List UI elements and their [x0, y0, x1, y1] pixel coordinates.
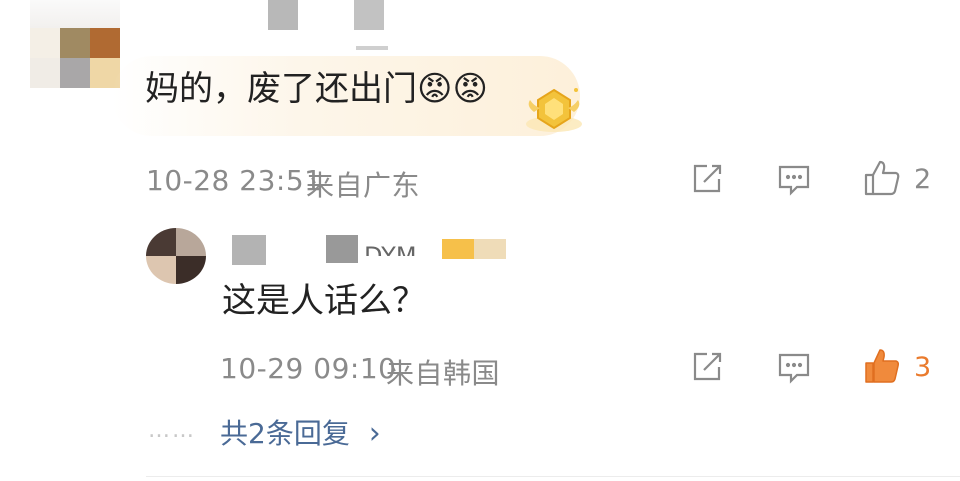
reply-share-icon[interactable]	[690, 350, 724, 384]
divider	[146, 476, 960, 477]
chevron-right-icon: ›	[368, 416, 381, 451]
reply-comment-icon[interactable]	[777, 350, 811, 384]
more-replies-link[interactable]: 共2条回复 ›	[220, 412, 381, 452]
thumbs-up-filled-icon	[865, 349, 899, 383]
comment-like-count: 2	[914, 164, 932, 195]
avatar-fade	[30, 0, 120, 28]
comment-location: 来自广东	[306, 169, 421, 202]
small-blur	[356, 46, 388, 50]
reply-text: 这是人话么？	[222, 281, 426, 321]
reply-time: 10-29 09:10	[220, 352, 397, 385]
thumbs-up-icon	[864, 160, 900, 196]
reply-like-count: 3	[914, 352, 932, 383]
more-replies-dots: ……	[148, 418, 196, 443]
share-icon[interactable]	[690, 162, 724, 196]
more-replies-label: 共2条回复	[220, 417, 350, 450]
top-username-blur	[268, 0, 388, 30]
comment-text: 妈的，废了还出门😡😡	[145, 69, 488, 109]
reply-location: 来自韩国	[386, 357, 501, 390]
reply-avatar[interactable]	[146, 228, 206, 284]
reply-username-fragment: _DYM	[352, 242, 417, 256]
comment-icon[interactable]	[777, 162, 811, 196]
like-button[interactable]	[862, 158, 902, 198]
reply-like-button[interactable]	[862, 346, 902, 386]
commenter-avatar[interactable]	[30, 28, 120, 88]
comment-time: 10-28 23:51	[146, 164, 323, 197]
gold-badge-icon	[524, 84, 584, 136]
